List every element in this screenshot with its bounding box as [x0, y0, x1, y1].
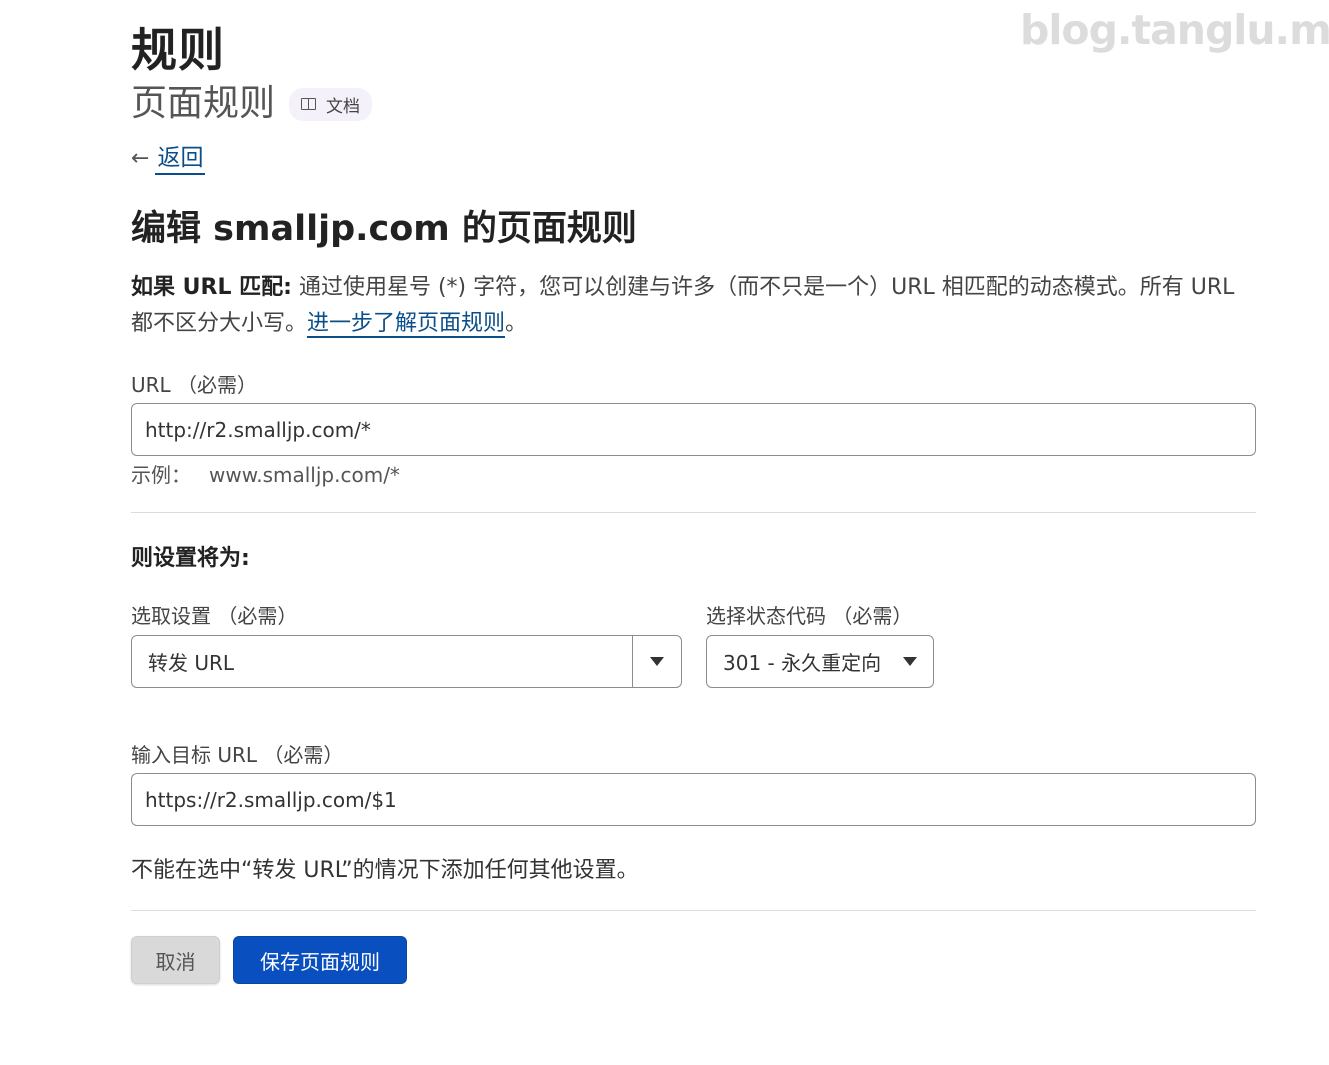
learn-more-link[interactable]: 进一步了解页面规则: [307, 311, 506, 338]
setting-select-value: 转发 URL: [148, 651, 235, 675]
intro-tail: 。: [505, 311, 528, 336]
back-link[interactable]: 返回: [155, 143, 206, 175]
url-hint: 示例： www.smalljp.com/*: [131, 459, 400, 488]
url-label: URL （必需）: [131, 373, 258, 397]
status-select-label: 选择状态代码 （必需）: [706, 604, 913, 628]
page-header-title: 规则: [131, 23, 225, 77]
save-page-rule-button[interactable]: 保存页面规则: [233, 936, 407, 984]
cancel-button[interactable]: 取消: [131, 936, 220, 984]
target-url-label: 输入目标 URL （必需）: [131, 743, 344, 767]
book-icon: [301, 98, 317, 110]
status-select-value: 301 - 永久重定向: [723, 651, 882, 675]
page-subtitle: 页面规则: [131, 83, 276, 124]
hint-label: 示例：: [131, 463, 191, 487]
intro-paragraph: 如果 URL 匹配: 通过使用星号 (*) 字符，您可以创建与许多（而不只是一个…: [131, 270, 1256, 342]
chevron-down-icon: [903, 657, 917, 666]
chevron-down-icon: [650, 657, 664, 666]
divider: [131, 910, 1256, 911]
divider: [131, 512, 1256, 513]
setting-select[interactable]: 转发 URL: [131, 635, 682, 688]
status-code-select[interactable]: 301 - 永久重定向: [706, 635, 934, 688]
forwarding-note: 不能在选中“转发 URL”的情况下添加任何其他设置。: [131, 858, 639, 883]
hint-value: www.smalljp.com/*: [209, 463, 400, 487]
docs-link[interactable]: 文档: [289, 87, 373, 121]
settings-heading: 则设置将为:: [131, 546, 250, 571]
watermark: blog.tanglu.me: [1020, 6, 1329, 54]
setting-select-toggle[interactable]: [632, 636, 681, 687]
url-input[interactable]: [131, 403, 1256, 456]
target-url-input[interactable]: [131, 773, 1256, 826]
back-link-row[interactable]: ← 返回: [131, 143, 206, 175]
intro-lead: 如果 URL 匹配:: [131, 275, 292, 300]
docs-label: 文档: [326, 96, 361, 117]
subheader: 页面规则 文档: [131, 74, 373, 126]
arrow-left-icon: ←: [131, 146, 150, 171]
edit-title: 编辑 smalljp.com 的页面规则: [131, 209, 637, 249]
setting-select-label: 选取设置 （必需）: [131, 604, 298, 628]
intro-text: 通过使用星号 (*) 字符，您可以创建与许多（而不只是一个）URL 相匹配的动态…: [131, 275, 1235, 336]
